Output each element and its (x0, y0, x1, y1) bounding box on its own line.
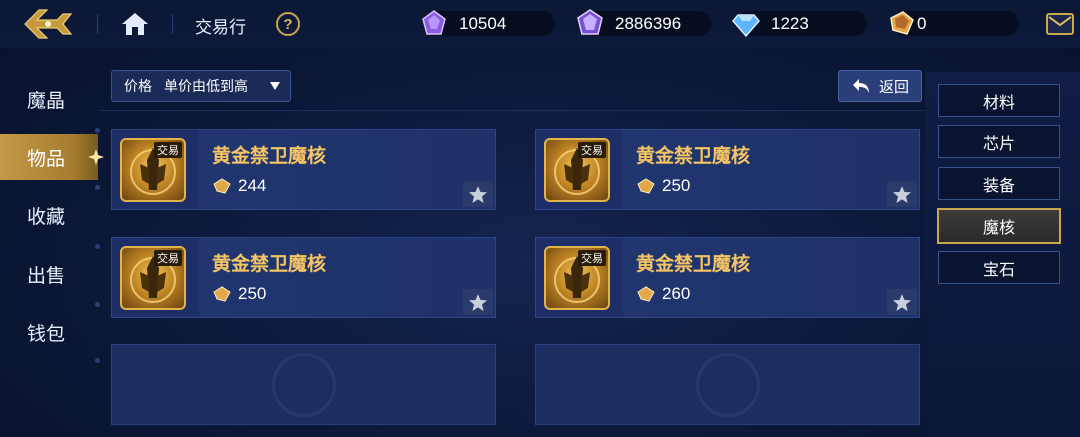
item-name: 黄金禁卫魔核 (212, 146, 327, 167)
back-label: 返回 (879, 78, 910, 96)
trade-tag: 交易 (154, 250, 182, 266)
category-gems[interactable]: 宝石 (938, 251, 1060, 284)
gold-diamond-icon (890, 11, 914, 35)
divider (100, 110, 930, 111)
nav-dot (95, 244, 100, 249)
dragon-emblem-icon (272, 353, 336, 417)
empty-slot (535, 344, 920, 425)
currency-gold-diamond: 0 (890, 11, 1019, 36)
nav-dot (95, 185, 100, 190)
purple-crystal-icon (422, 10, 446, 35)
gold-diamond-icon (213, 178, 231, 194)
nav-dot (95, 302, 100, 307)
sort-dropdown[interactable]: 价格 单价由低到高 (111, 70, 291, 102)
item-name: 黄金禁卫魔核 (636, 254, 751, 275)
sort-value: 单价由低到高 (164, 78, 248, 94)
sort-label: 价格 (124, 78, 152, 94)
nav-dot (95, 358, 100, 363)
divider (172, 14, 173, 34)
price-row: 244 (212, 176, 266, 196)
trade-tag: 交易 (154, 142, 182, 158)
active-spark-icon (88, 149, 104, 165)
home-icon[interactable] (118, 9, 152, 39)
trade-tag: 交易 (578, 142, 606, 158)
chevron-down-icon (270, 82, 280, 90)
top-bar: 交易行 ? 10504 2886396 1223 0 (0, 0, 1080, 48)
category-materials[interactable]: 材料 (938, 84, 1060, 117)
price-row: 250 (636, 176, 690, 196)
blue-diamond-icon (732, 14, 760, 38)
item-name: 黄金禁卫魔核 (212, 254, 327, 275)
item-info: 黄金禁卫魔核 260 (623, 238, 919, 317)
nav-dot (95, 128, 100, 133)
item-thumbnail: 交易 (120, 138, 186, 202)
gold-diamond-icon (637, 178, 655, 194)
nav-item-items[interactable]: 物品 (0, 134, 104, 180)
item-thumbnail: 交易 (120, 246, 186, 310)
item-price: 250 (238, 284, 267, 303)
price-row: 250 (212, 284, 266, 304)
favorite-star-icon[interactable] (463, 289, 493, 315)
item-thumbnail: 交易 (544, 246, 610, 310)
dragon-emblem-icon (696, 353, 760, 417)
item-info: 黄金禁卫魔核 250 (199, 238, 495, 317)
divider (97, 14, 98, 34)
category-chips[interactable]: 芯片 (938, 125, 1060, 158)
item-price: 250 (662, 176, 691, 195)
gold-diamond-icon (213, 286, 231, 302)
item-info: 黄金禁卫魔核 244 (199, 130, 495, 209)
back-button[interactable]: 返回 (838, 70, 922, 102)
currency-value: 10504 (459, 14, 507, 33)
item-name: 黄金禁卫魔核 (636, 146, 751, 167)
currency-value: 0 (917, 14, 927, 33)
item-thumbnail: 交易 (544, 138, 610, 202)
help-icon[interactable]: ? (276, 12, 300, 36)
category-equipment[interactable]: 装备 (938, 167, 1060, 200)
item-price: 244 (238, 176, 267, 195)
left-nav: 魔晶 物品 收藏 出售 钱包 (0, 48, 104, 437)
currency-value: 1223 (771, 14, 809, 33)
favorite-star-icon[interactable] (463, 181, 493, 207)
nav-item-label: 物品 (27, 148, 66, 170)
favorite-star-icon[interactable] (887, 289, 917, 315)
game-logo-back-icon[interactable] (8, 2, 88, 46)
price-row: 260 (636, 284, 690, 304)
gold-diamond-icon (637, 286, 655, 302)
currency-blue-diamond: 1223 (732, 11, 867, 38)
category-magic-core[interactable]: 魔核 (937, 208, 1061, 244)
empty-slot (111, 344, 496, 425)
item-card[interactable]: 交易 黄金禁卫魔核 250 (535, 129, 920, 210)
currency-purple-gem: 2886396 (577, 9, 711, 36)
purple-gem-icon (577, 9, 603, 35)
item-info: 黄金禁卫魔核 250 (623, 130, 919, 209)
item-price: 260 (662, 284, 691, 303)
nav-item-wallet[interactable]: 钱包 (0, 309, 98, 355)
page-title: 交易行 (195, 18, 246, 37)
favorite-star-icon[interactable] (887, 181, 917, 207)
mail-icon[interactable] (1046, 13, 1074, 35)
item-card[interactable]: 交易 黄金禁卫魔核 250 (111, 237, 496, 318)
trade-tag: 交易 (578, 250, 606, 266)
nav-item-magic-crystal[interactable]: 魔晶 (0, 76, 98, 122)
currency-value: 2886396 (615, 14, 682, 33)
return-arrow-icon (853, 79, 869, 93)
item-card[interactable]: 交易 黄金禁卫魔核 260 (535, 237, 920, 318)
nav-item-favorites[interactable]: 收藏 (0, 192, 98, 238)
item-card[interactable]: 交易 黄金禁卫魔核 244 (111, 129, 496, 210)
nav-item-sell[interactable]: 出售 (0, 251, 98, 297)
currency-purple-crystal: 10504 (422, 10, 555, 36)
